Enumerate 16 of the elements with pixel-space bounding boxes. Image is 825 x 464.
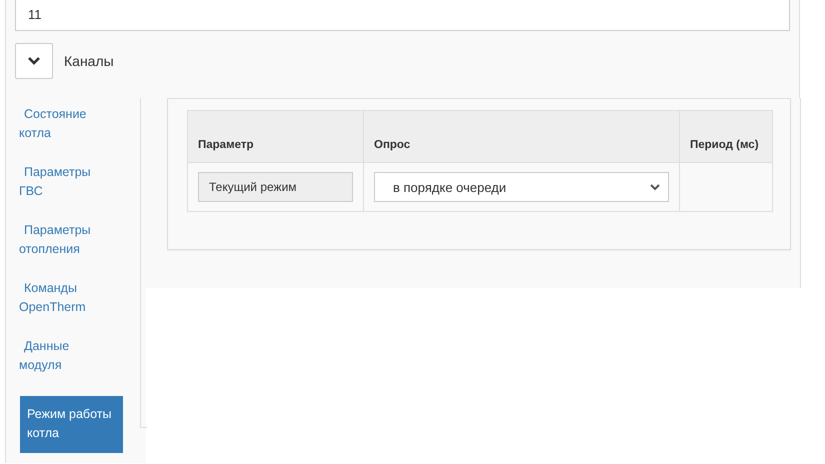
collapse-button[interactable] [15,43,53,79]
sidebar-tab[interactable]: Параметры отопления [19,218,103,276]
chevron-icon [28,57,40,65]
dropdown-caret-icon [650,184,660,190]
sidebar-tab[interactable]: Данные модуля [19,334,103,392]
parameter-field: Текущий режим [198,172,353,202]
poll-select[interactable]: в порядке очереди [374,172,669,202]
sidebar-tab[interactable]: Состояние котла [19,102,103,160]
sidebar-tab[interactable]: Параметры ГВС [19,160,103,218]
sidebar-tab[interactable]: Режим работы котла [20,396,123,453]
section-title: Каналы [64,53,114,69]
column-header: Период (мс) [680,110,772,162]
column-header: Опрос [364,110,680,162]
column-header: Параметр [188,110,364,162]
text-field[interactable]: 11 [15,0,790,31]
sidebar-tab[interactable]: Команды OpenTherm [19,276,103,334]
